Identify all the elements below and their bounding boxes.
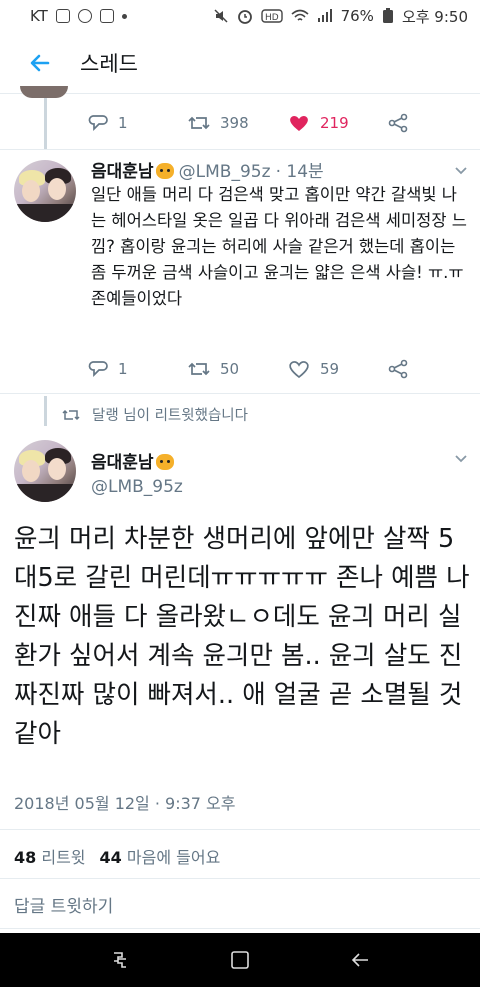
- like-button[interactable]: 219: [288, 113, 388, 133]
- likes-stat[interactable]: 44 마음에 들어요: [100, 844, 221, 868]
- battery-icon: [382, 8, 393, 23]
- reply-icon: [88, 115, 108, 132]
- retweeted-by-note[interactable]: 달랭 님이 리트윗했습니다: [62, 404, 248, 425]
- heart-outline-icon: [289, 361, 309, 379]
- svg-text:HD: HD: [265, 13, 279, 23]
- wifi-icon: [291, 9, 309, 21]
- notification-icon: [99, 9, 114, 23]
- clock: 오후 9:50: [401, 7, 468, 26]
- reply-count: 1: [118, 360, 128, 378]
- nav-back-icon: [351, 953, 368, 967]
- recent-apps-icon: [114, 952, 126, 968]
- main-name-row: 음대훈남: [91, 448, 174, 473]
- carrier-label: KT: [30, 7, 48, 25]
- share-icon: [388, 113, 408, 133]
- main-tweet-header: 음대훈남 @LMB_95z: [0, 440, 480, 510]
- tweet-timestamp: 2018년 05월 12일 · 9:37 오후: [14, 794, 236, 813]
- divider: [0, 928, 480, 929]
- like-count: 219: [320, 114, 349, 132]
- alarm-icon: [237, 10, 252, 24]
- retweet-icon: [188, 116, 210, 130]
- chevron-down-icon[interactable]: [454, 452, 468, 466]
- recent-apps-button[interactable]: [100, 940, 140, 980]
- retweet-button[interactable]: 50: [188, 359, 288, 379]
- status-bar: KT HD 76% 오후 9:50: [0, 0, 480, 32]
- retweeted-by-text: 달랭 님이 리트윗했습니다: [92, 408, 248, 424]
- retweets-label: 리트윗: [41, 848, 86, 867]
- likes-count: 44: [99, 848, 122, 867]
- app-bar: 스레드: [0, 32, 480, 94]
- display-name[interactable]: 음대훈남: [91, 162, 154, 182]
- like-button[interactable]: 59: [288, 359, 388, 379]
- retweet-button[interactable]: 398: [188, 113, 288, 133]
- main-tweet-text: 윤긔 머리 차분한 생머리에 앞에만 살짝 5대5로 갈린 머린데ㅠㅠㅠㅠㅠ 존…: [14, 524, 470, 749]
- reply-button[interactable]: 1: [88, 113, 188, 133]
- gallery-icon: [55, 9, 70, 23]
- page-title: 스레드: [80, 51, 138, 76]
- divider: [0, 829, 480, 830]
- reply-input[interactable]: 답글 트윗하기: [14, 892, 113, 917]
- tweet-stats: 48 리트윗 44 마음에 들어요: [14, 844, 220, 868]
- retweets-count: 48: [14, 848, 37, 867]
- avatar[interactable]: [14, 440, 76, 502]
- tweet1-actions: 1 398 219: [88, 111, 418, 135]
- divider: [0, 149, 480, 150]
- share-button[interactable]: [388, 113, 418, 133]
- like-count: 59: [320, 360, 340, 378]
- home-icon: [231, 951, 249, 969]
- hd-icon: HD: [260, 9, 283, 23]
- chevron-down-icon[interactable]: [454, 164, 468, 178]
- heart-icon: [290, 115, 308, 131]
- mute-icon: [214, 9, 228, 23]
- reply-count: 1: [118, 114, 128, 132]
- previous-avatar-edge: [20, 86, 68, 98]
- retweet-count: 398: [220, 114, 249, 132]
- home-button[interactable]: [220, 940, 260, 980]
- user-handle[interactable]: @LMB_95z: [179, 162, 271, 182]
- tiger-emoji-icon: [155, 454, 174, 470]
- avatar[interactable]: [14, 160, 76, 222]
- retweet-icon: [188, 362, 210, 376]
- app-icon: [77, 9, 92, 23]
- share-button[interactable]: [388, 359, 418, 379]
- back-arrow-icon: [30, 54, 50, 71]
- user-handle[interactable]: @LMB_95z: [91, 477, 183, 497]
- battery-percent: 76%: [340, 7, 374, 25]
- signal-icon: [317, 9, 332, 22]
- tweet-text: 일단 애들 머리 다 검은색 맞고 홉이만 약간 갈색빛 나는 헤어스타일 옷은…: [91, 185, 467, 308]
- retweet-count: 50: [220, 360, 240, 378]
- thread-line: [44, 95, 47, 150]
- retweets-stat[interactable]: 48 리트윗: [14, 844, 86, 868]
- display-name[interactable]: 음대훈남: [91, 453, 154, 473]
- divider: [0, 393, 480, 394]
- reply-icon: [88, 361, 108, 378]
- nav-back-button[interactable]: [340, 940, 380, 980]
- back-button[interactable]: [0, 32, 80, 94]
- system-nav-bar: [0, 933, 480, 987]
- retweet-small-icon: [62, 409, 80, 420]
- tweet-time: · 14분: [275, 162, 324, 182]
- share-icon: [388, 359, 408, 379]
- tweet-header: 음대훈남 @LMB_95z · 14분: [91, 157, 324, 182]
- more-notifications-icon: [121, 13, 127, 19]
- divider: [0, 878, 480, 879]
- thread-line: [44, 396, 47, 426]
- tweet2-actions: 1 50 59: [88, 357, 418, 381]
- likes-label: 마음에 들어요: [126, 848, 221, 867]
- reply-button[interactable]: 1: [88, 359, 188, 379]
- tiger-emoji-icon: [155, 163, 174, 179]
